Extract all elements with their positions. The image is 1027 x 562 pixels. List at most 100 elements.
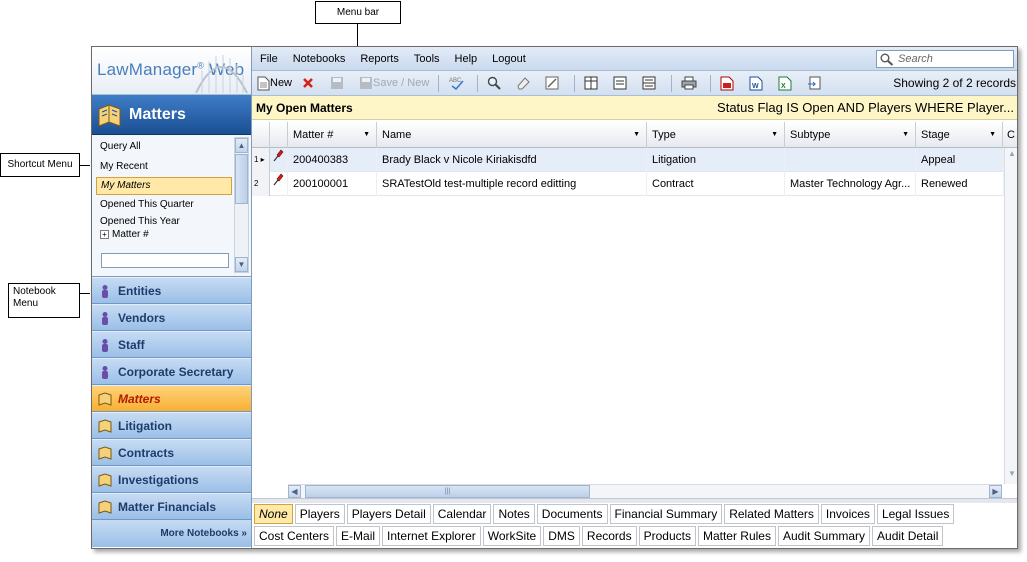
notebook-corporate-secretary[interactable]: Corporate Secretary bbox=[92, 358, 251, 385]
save-new-icon bbox=[360, 77, 373, 89]
col-header-type[interactable]: Type ▼ bbox=[647, 122, 785, 148]
menu-reports[interactable]: Reports bbox=[360, 53, 399, 65]
pin-icon[interactable] bbox=[270, 172, 288, 196]
col-header-matter-number[interactable]: Matter # ▼ bbox=[288, 122, 377, 148]
save-button[interactable] bbox=[330, 74, 350, 92]
scroll-right-icon[interactable]: ▶ bbox=[989, 485, 1002, 498]
tab-documents[interactable]: Documents bbox=[536, 504, 608, 524]
col-header-partial[interactable]: C bbox=[1003, 122, 1017, 148]
spell-check-button[interactable]: ABC bbox=[448, 74, 468, 92]
report-export-icon bbox=[808, 76, 821, 89]
shortcut-opened-this-quarter[interactable]: Opened This Quarter bbox=[96, 195, 234, 215]
tab-audit-detail[interactable]: Audit Detail bbox=[872, 526, 944, 546]
toolbar-separator bbox=[710, 74, 712, 92]
export-excel-button[interactable]: X bbox=[778, 74, 798, 92]
grid-view-button[interactable] bbox=[584, 74, 604, 92]
split-view-button[interactable] bbox=[642, 74, 662, 92]
scroll-up-icon[interactable]: ▲ bbox=[1006, 149, 1017, 163]
cell-name: Brady Black v Nicole Kiriakisdfd bbox=[377, 148, 647, 172]
shortcut-opened-this-year[interactable]: Opened This Year bbox=[96, 215, 234, 229]
col-header-name[interactable]: Name ▼ bbox=[377, 122, 647, 148]
tab-legal-issues[interactable]: Legal Issues bbox=[876, 504, 955, 524]
export-report-button[interactable] bbox=[807, 74, 827, 92]
menu-logout[interactable]: Logout bbox=[492, 53, 526, 65]
new-button[interactable]: New bbox=[257, 74, 292, 92]
clear-button[interactable] bbox=[516, 74, 536, 92]
col-header-subtype[interactable]: Subtype ▼ bbox=[785, 122, 916, 148]
tab-audit-summary[interactable]: Audit Summary bbox=[777, 526, 871, 546]
shortcut-my-matters[interactable]: My Matters bbox=[96, 177, 232, 195]
menu-bar: File Notebooks Reports Tools Help Logout… bbox=[252, 47, 1017, 71]
menu-file[interactable]: File bbox=[260, 53, 278, 65]
table-row[interactable]: 2 200100001 SRATestOld test-multiple rec… bbox=[252, 172, 1004, 196]
find-button[interactable] bbox=[487, 74, 507, 92]
tab-players-detail[interactable]: Players Detail bbox=[346, 504, 431, 524]
row-header[interactable]: 1 ▸ bbox=[252, 148, 270, 172]
tab-worksite[interactable]: WorkSite bbox=[482, 526, 542, 546]
shortcut-tree-matter-number[interactable]: + Matter # bbox=[92, 229, 251, 241]
scroll-down-icon[interactable]: ▼ bbox=[1006, 469, 1017, 483]
tab-matter-rules[interactable]: Matter Rules bbox=[697, 526, 776, 546]
notebook-entities[interactable]: Entities bbox=[92, 277, 251, 304]
more-notebooks-link[interactable]: More Notebooks » bbox=[92, 520, 251, 547]
tab-notes[interactable]: Notes bbox=[493, 504, 535, 524]
notebook-investigations[interactable]: Investigations bbox=[92, 466, 251, 493]
tab-products[interactable]: Products bbox=[638, 526, 696, 546]
export-pdf-button[interactable] bbox=[720, 74, 740, 92]
grid-vertical-scrollbar[interactable]: ▲ ▼ bbox=[1004, 148, 1017, 484]
search-input[interactable]: Search bbox=[876, 50, 1014, 68]
export-word-button[interactable]: W bbox=[749, 74, 769, 92]
form-view-button[interactable] bbox=[613, 74, 633, 92]
row-header[interactable]: 2 bbox=[252, 172, 270, 196]
notebook-litigation[interactable]: Litigation bbox=[92, 412, 251, 439]
notebook-staff[interactable]: Staff bbox=[92, 331, 251, 358]
scroll-left-icon[interactable]: ◀ bbox=[288, 485, 301, 498]
shortcut-scrollbar[interactable]: ▲ ▼ bbox=[234, 137, 249, 273]
toolbar-separator bbox=[477, 74, 479, 92]
tab-dms[interactable]: DMS bbox=[543, 526, 580, 546]
shortcut-filter-input[interactable] bbox=[101, 253, 229, 268]
notebook-matters[interactable]: Matters bbox=[92, 385, 251, 412]
save-new-button[interactable]: Save / New bbox=[359, 74, 429, 92]
tab-invoices[interactable]: Invoices bbox=[820, 504, 875, 524]
menu-tools[interactable]: Tools bbox=[414, 53, 440, 65]
cell-subtype bbox=[785, 148, 916, 172]
tab-related-matters[interactable]: Related Matters bbox=[724, 504, 819, 524]
tab-cost-centers[interactable]: Cost Centers bbox=[254, 526, 335, 546]
print-button[interactable] bbox=[681, 74, 701, 92]
new-document-icon bbox=[257, 76, 270, 90]
sort-dropdown-icon: ▼ bbox=[633, 131, 640, 138]
tab-players[interactable]: Players bbox=[294, 504, 345, 524]
expand-icon[interactable]: + bbox=[100, 229, 109, 239]
tab-none[interactable]: None bbox=[254, 504, 293, 524]
menu-notebooks[interactable]: Notebooks bbox=[293, 53, 346, 65]
tab-calendar[interactable]: Calendar bbox=[432, 504, 492, 524]
toolbar: New Save / New ABC W X Showing 2 of 2 re… bbox=[252, 71, 1017, 96]
view-filter: Status Flag IS Open AND Players WHERE Pl… bbox=[717, 100, 1014, 115]
app-logo: LawManager® Web bbox=[92, 47, 251, 95]
notebook-matter-financials[interactable]: Matter Financials bbox=[92, 493, 251, 520]
tab-email[interactable]: E-Mail bbox=[336, 526, 381, 546]
pin-icon[interactable] bbox=[270, 148, 288, 172]
shortcut-query-all[interactable]: Query All bbox=[96, 137, 234, 157]
cell-matter-number: 200100001 bbox=[288, 172, 377, 196]
scroll-thumb[interactable]: ||| bbox=[305, 485, 590, 498]
delete-button[interactable] bbox=[301, 74, 321, 92]
shortcut-my-recent[interactable]: My Recent bbox=[96, 157, 234, 177]
scroll-up-icon[interactable]: ▲ bbox=[235, 138, 248, 153]
tab-financial-summary[interactable]: Financial Summary bbox=[609, 504, 723, 524]
edit-button[interactable] bbox=[545, 74, 565, 92]
tab-records[interactable]: Records bbox=[581, 526, 637, 546]
table-row[interactable]: 1 ▸ 200400383 Brady Black v Nicole Kiria… bbox=[252, 148, 1004, 172]
scroll-thumb[interactable] bbox=[235, 154, 248, 204]
notebook-contracts[interactable]: Contracts bbox=[92, 439, 251, 466]
col-header-stage[interactable]: Stage ▼ bbox=[916, 122, 1003, 148]
view-title: My Open Matters bbox=[256, 100, 353, 115]
grid-horizontal-scrollbar[interactable]: ◀ ||| ▶ bbox=[288, 484, 1002, 498]
tab-internet-explorer[interactable]: Internet Explorer bbox=[382, 526, 481, 546]
notebook-vendors[interactable]: Vendors bbox=[92, 304, 251, 331]
spell-check-icon: ABC bbox=[449, 78, 464, 90]
menu-help[interactable]: Help bbox=[455, 53, 478, 65]
record-count: Showing 2 of 2 records bbox=[893, 76, 1016, 90]
scroll-down-icon[interactable]: ▼ bbox=[235, 257, 248, 272]
